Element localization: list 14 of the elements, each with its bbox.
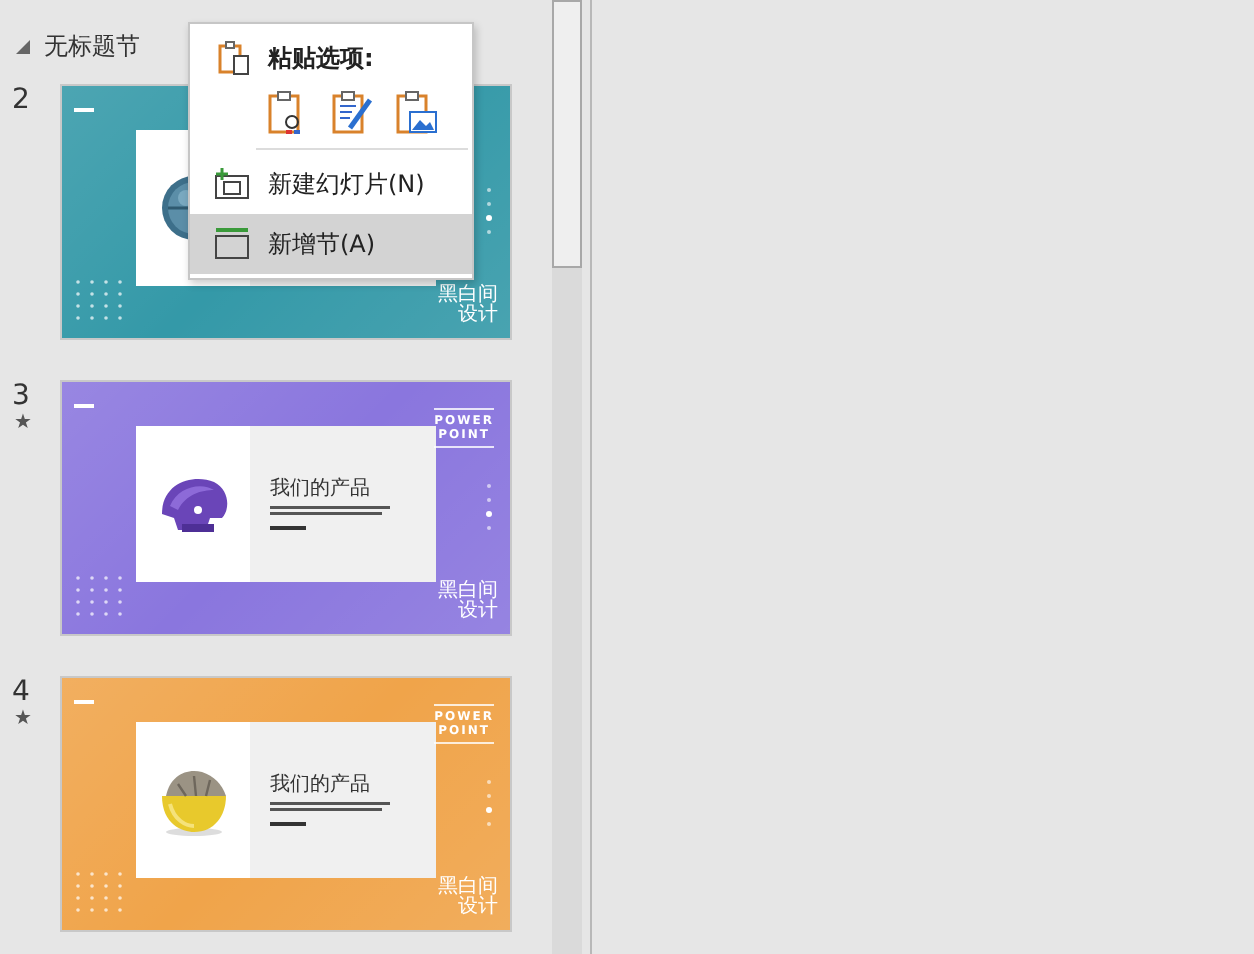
corner-text: 设计 xyxy=(458,602,498,622)
slide-heading: 我们的产品 xyxy=(270,477,372,499)
corner-text: 设计 xyxy=(458,306,498,326)
corner-text: 黑白间 xyxy=(438,286,498,306)
corner-text: 黑白间 xyxy=(438,878,498,898)
slide-number: 4 xyxy=(12,676,30,708)
paste-options-header: 粘贴选项: xyxy=(268,41,374,75)
animation-star-icon: ★ xyxy=(14,708,32,732)
slide-number: 3 xyxy=(12,380,30,412)
animation-star-icon: ★ xyxy=(14,412,32,436)
slide-heading: 我们的产品 xyxy=(270,773,372,795)
slide-number: 2 xyxy=(12,84,30,116)
corner-text: 黑白间 xyxy=(438,582,498,602)
corner-text: 设计 xyxy=(458,898,498,918)
